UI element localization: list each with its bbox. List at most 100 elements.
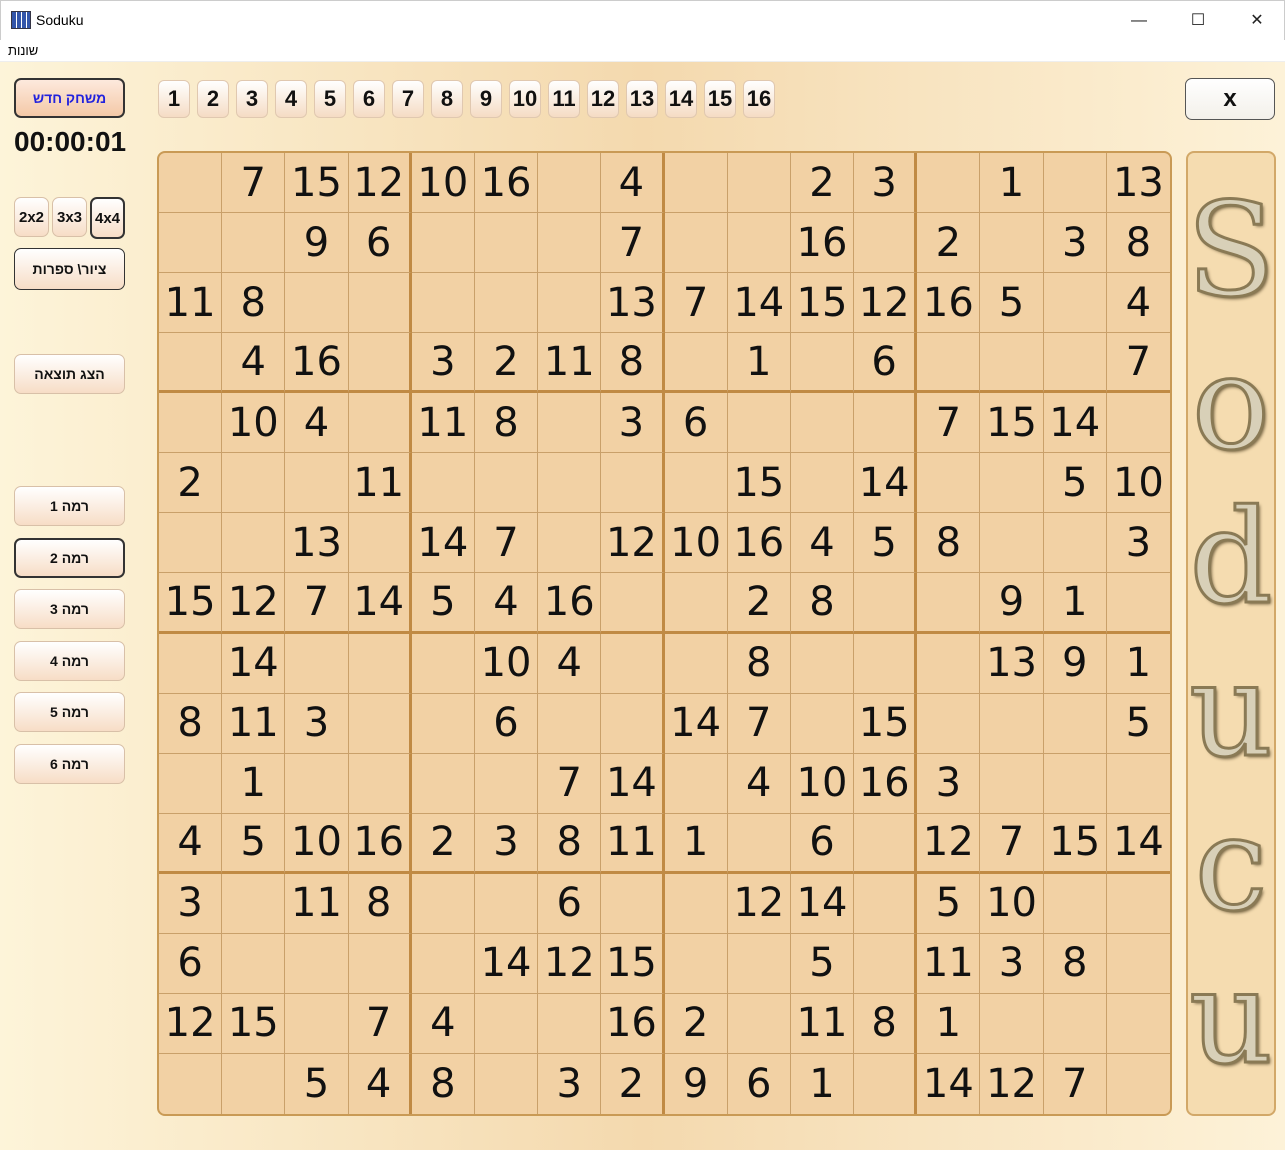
cell-r15-c4[interactable]: 7 [348, 993, 412, 1054]
cell-r14-c6[interactable]: 14 [474, 933, 539, 994]
cell-r3-c11[interactable]: 15 [790, 273, 855, 334]
cell-r13-c6[interactable] [474, 873, 539, 934]
cell-r2-c4[interactable]: 6 [348, 213, 412, 274]
palette-number-14[interactable]: 14 [665, 80, 697, 118]
cell-r7-c12[interactable]: 5 [854, 513, 918, 574]
cell-r15-c8[interactable]: 16 [601, 993, 665, 1054]
palette-number-7[interactable]: 7 [392, 80, 424, 118]
cell-r14-c4[interactable] [348, 933, 412, 994]
level-3-button[interactable]: רמה 3 [14, 589, 125, 629]
cell-r2-c9[interactable] [664, 213, 728, 274]
cell-r3-c7[interactable] [538, 273, 602, 334]
palette-number-8[interactable]: 8 [431, 80, 463, 118]
cell-r10-c7[interactable] [538, 693, 602, 754]
cell-r1-c16[interactable]: 13 [1106, 153, 1170, 214]
cell-r3-c2[interactable]: 8 [222, 273, 286, 334]
cell-r10-c6[interactable]: 6 [474, 693, 539, 754]
cell-r8-c5[interactable]: 5 [411, 573, 475, 634]
cell-r2-c11[interactable]: 16 [790, 213, 855, 274]
cell-r11-c14[interactable] [980, 753, 1044, 814]
cell-r9-c11[interactable] [790, 633, 855, 694]
cell-r9-c7[interactable]: 4 [538, 633, 602, 694]
cell-r10-c16[interactable]: 5 [1106, 694, 1170, 754]
cell-r14-c11[interactable]: 5 [790, 933, 855, 994]
cell-r3-c13[interactable]: 16 [917, 273, 981, 334]
cell-r7-c8[interactable]: 12 [601, 513, 665, 574]
cell-r9-c5[interactable] [411, 633, 475, 694]
cell-r12-c11[interactable]: 6 [790, 813, 855, 874]
cell-r13-c2[interactable] [222, 873, 286, 934]
cell-r2-c16[interactable]: 8 [1106, 213, 1170, 274]
show-result-button[interactable]: הצג תוצאה [14, 354, 125, 394]
cell-r12-c8[interactable]: 11 [601, 813, 665, 874]
cell-r15-c6[interactable] [474, 993, 539, 1054]
cell-r9-c14[interactable]: 13 [980, 633, 1044, 694]
cell-r3-c15[interactable] [1043, 273, 1107, 334]
cell-r9-c3[interactable] [285, 633, 349, 694]
cell-r9-c2[interactable]: 14 [222, 633, 286, 694]
close-x-button[interactable]: x [1185, 78, 1275, 120]
cell-r2-c7[interactable] [538, 213, 602, 274]
cell-r6-c15[interactable]: 5 [1043, 453, 1107, 514]
cell-r12-c3[interactable]: 10 [285, 813, 349, 874]
maximize-button[interactable]: ☐ [1178, 7, 1218, 35]
cell-r2-c1[interactable] [159, 213, 223, 274]
cell-r4-c8[interactable]: 8 [601, 333, 665, 394]
cell-r10-c3[interactable]: 3 [285, 693, 349, 754]
cell-r8-c9[interactable] [664, 573, 728, 634]
cell-r13-c14[interactable]: 10 [980, 873, 1044, 934]
cell-r8-c12[interactable] [854, 573, 918, 634]
cell-r4-c4[interactable] [348, 333, 412, 394]
cell-r2-c13[interactable]: 2 [917, 213, 981, 274]
palette-number-12[interactable]: 12 [587, 80, 619, 118]
palette-number-11[interactable]: 11 [548, 80, 580, 118]
cell-r12-c14[interactable]: 7 [980, 813, 1044, 874]
cell-r3-c4[interactable] [348, 273, 412, 334]
cell-r7-c1[interactable] [159, 513, 223, 574]
cell-r15-c9[interactable]: 2 [664, 993, 728, 1054]
cell-r9-c10[interactable]: 8 [727, 633, 791, 694]
cell-r2-c5[interactable] [411, 213, 475, 274]
cell-r1-c8[interactable]: 4 [601, 153, 665, 214]
cell-r5-c7[interactable] [538, 393, 602, 454]
cell-r10-c11[interactable] [790, 693, 855, 754]
cell-r3-c16[interactable]: 4 [1106, 273, 1170, 334]
size-3x3-button[interactable]: 3x3 [52, 197, 87, 237]
palette-number-4[interactable]: 4 [275, 80, 307, 118]
cell-r10-c12[interactable]: 15 [854, 693, 918, 754]
cell-r3-c6[interactable] [474, 273, 539, 334]
cell-r14-c1[interactable]: 6 [159, 933, 223, 994]
cell-r16-c1[interactable] [159, 1053, 223, 1114]
cell-r13-c9[interactable] [664, 873, 728, 934]
cell-r12-c16[interactable]: 14 [1106, 814, 1170, 874]
cell-r11-c15[interactable] [1043, 753, 1107, 814]
cell-r9-c8[interactable] [601, 633, 665, 694]
cell-r10-c13[interactable] [917, 693, 981, 754]
cell-r7-c9[interactable]: 10 [664, 513, 728, 574]
cell-r15-c3[interactable] [285, 993, 349, 1054]
cell-r14-c7[interactable]: 12 [538, 933, 602, 994]
cell-r4-c14[interactable] [980, 333, 1044, 394]
cell-r4-c10[interactable]: 1 [727, 333, 791, 394]
cell-r16-c14[interactable]: 12 [980, 1053, 1044, 1114]
cell-r13-c11[interactable]: 14 [790, 873, 855, 934]
cell-r8-c8[interactable] [601, 573, 665, 634]
draw-digits-button[interactable]: ציור\ ספרות [14, 248, 125, 290]
palette-number-9[interactable]: 9 [470, 80, 502, 118]
cell-r13-c1[interactable]: 3 [159, 873, 223, 934]
cell-r2-c14[interactable] [980, 213, 1044, 274]
cell-r15-c15[interactable] [1043, 993, 1107, 1054]
cell-r10-c2[interactable]: 11 [222, 693, 286, 754]
cell-r7-c15[interactable] [1043, 513, 1107, 574]
cell-r6-c12[interactable]: 14 [854, 453, 918, 514]
cell-r1-c1[interactable] [159, 153, 223, 214]
cell-r4-c11[interactable] [790, 333, 855, 394]
cell-r13-c8[interactable] [601, 873, 665, 934]
cell-r1-c6[interactable]: 16 [474, 153, 539, 214]
cell-r12-c15[interactable]: 15 [1043, 813, 1107, 874]
cell-r5-c11[interactable] [790, 393, 855, 454]
cell-r7-c13[interactable]: 8 [917, 513, 981, 574]
cell-r1-c2[interactable]: 7 [222, 153, 286, 214]
palette-number-5[interactable]: 5 [314, 80, 346, 118]
cell-r3-c8[interactable]: 13 [601, 273, 665, 334]
